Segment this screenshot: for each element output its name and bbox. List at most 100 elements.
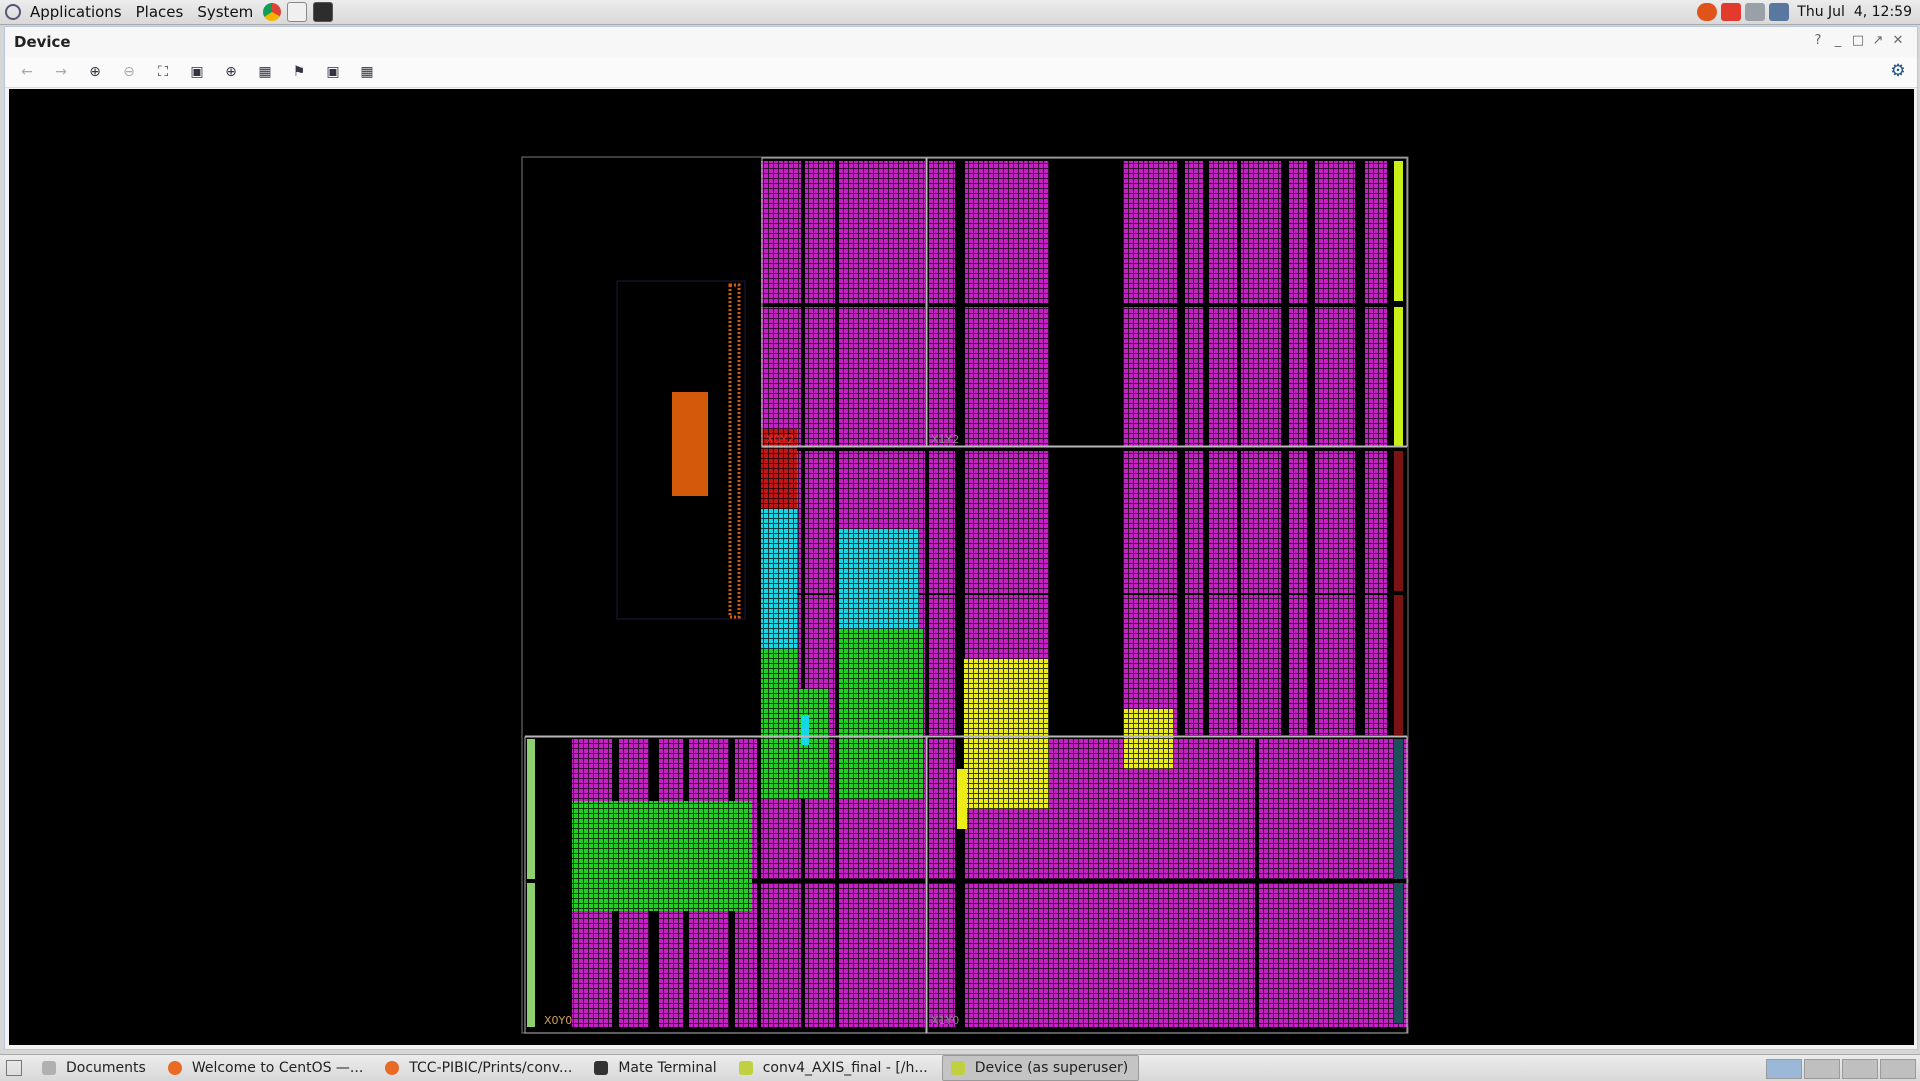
fabric-block: [1241, 595, 1281, 735]
green-cluster-1: [761, 649, 797, 799]
window-title: Device: [14, 33, 71, 51]
green-cluster-2: [839, 629, 923, 799]
show-desktop-icon[interactable]: [6, 1060, 22, 1076]
workspace-2[interactable]: [1804, 1059, 1840, 1079]
text-editor-launcher-icon[interactable]: [287, 2, 308, 22]
show-cells-icon[interactable]: ▣: [321, 60, 345, 84]
fabric-block: [1185, 595, 1203, 735]
fabric-block: [1209, 307, 1237, 447]
device-canvas[interactable]: X0Y2 X1Y2 X0Y0 X1Y0: [9, 89, 1914, 1045]
fabric-block: [805, 883, 835, 1027]
teal-strip-top: [1394, 739, 1403, 879]
cyan-bar: [801, 715, 809, 745]
fabric-block: [1315, 161, 1355, 303]
vivado-icon: [738, 1061, 753, 1075]
help-button[interactable]: ?: [1811, 33, 1825, 49]
fabric-block: [805, 451, 835, 593]
task-device[interactable]: Device (as superuser): [941, 1055, 1140, 1081]
zoom-selected-icon[interactable]: ▣: [185, 60, 209, 84]
green-cluster-bottom: [572, 801, 752, 911]
fabric-block: [965, 161, 1049, 303]
place-ports-icon[interactable]: ⚑: [287, 60, 311, 84]
fabric-block: [965, 883, 1255, 1027]
fabric-block: [929, 307, 955, 447]
fabric-block: [1185, 451, 1203, 593]
close-button[interactable]: ✕: [1891, 33, 1905, 49]
workspace-1[interactable]: [1766, 1059, 1802, 1079]
workspace-switcher[interactable]: [1766, 1059, 1916, 1079]
window-controls: ? _ □ ↗ ✕: [1811, 33, 1905, 49]
vivado-icon: [950, 1061, 965, 1075]
lightgreen-strip-top: [527, 739, 535, 879]
fabric-block: [929, 883, 955, 1027]
task-vivado[interactable]: conv4_AXIS_final - [/h...: [731, 1056, 938, 1080]
yellow-cluster-2: [1124, 709, 1174, 769]
route-grid-icon[interactable]: ▦: [253, 60, 277, 84]
fabric-block: [1241, 161, 1281, 303]
network-icon[interactable]: [1769, 3, 1790, 21]
fabric-block: [805, 307, 835, 447]
fabric-block: [929, 595, 955, 735]
fabric-block: [1209, 451, 1237, 593]
task-documents[interactable]: Documents: [34, 1056, 156, 1080]
zoom-fit-icon[interactable]: ⛶: [151, 60, 175, 84]
workspace-3[interactable]: [1842, 1059, 1878, 1079]
fabric-block: [1241, 307, 1281, 447]
crosshair-icon[interactable]: ⊕: [219, 60, 243, 84]
empty-region: [1053, 161, 1119, 735]
applications-menu[interactable]: Applications: [23, 3, 129, 21]
fabric-block: [965, 451, 1049, 593]
device-window: Device ? _ □ ↗ ✕ ← → ⊕ ⊖ ⛶ ▣ ⊕ ▦ ⚑ ▣ ▦ ⚙: [4, 26, 1918, 1050]
fabric-block: [1241, 451, 1281, 593]
system-menu[interactable]: System: [190, 3, 260, 21]
fabric-block: [761, 161, 801, 303]
update-notifier-icon[interactable]: [1697, 3, 1718, 21]
folder-icon: [42, 1061, 56, 1075]
fabric-block: [1123, 307, 1177, 447]
terminal-launcher-icon[interactable]: [313, 2, 334, 22]
expand-icon[interactable]: ▦: [355, 60, 379, 84]
minimize-button[interactable]: _: [1831, 33, 1845, 49]
fabric-block: [1209, 161, 1237, 303]
float-button[interactable]: ↗: [1871, 33, 1885, 49]
window-title-bar[interactable]: Device ? _ □ ↗ ✕: [5, 27, 1917, 57]
volume-icon[interactable]: [1745, 3, 1766, 21]
zoom-out-icon[interactable]: ⊖: [117, 60, 141, 84]
fabric-block: [1315, 451, 1355, 593]
yellow-cluster: [964, 659, 1049, 809]
clock[interactable]: Thu Jul 4, 12:59: [1797, 4, 1912, 20]
fabric-block: [929, 451, 955, 593]
zoom-in-icon[interactable]: ⊕: [83, 60, 107, 84]
fabric-block: [1209, 595, 1237, 735]
firefox-icon: [167, 1061, 182, 1075]
back-arrow-icon[interactable]: ←: [15, 60, 39, 84]
yellow-bar: [957, 769, 967, 829]
taskbar: Documents Welcome to CentOS —... TCC-PIB…: [0, 1054, 1920, 1081]
settings-gear-icon[interactable]: ⚙: [1887, 61, 1909, 83]
distro-logo-icon[interactable]: [5, 4, 21, 20]
forward-arrow-icon[interactable]: →: [49, 60, 73, 84]
fabric-block: [761, 883, 801, 1027]
fabric-block: [1289, 595, 1307, 735]
fabric-block: [965, 307, 1049, 447]
fabric-block: [929, 161, 955, 303]
lightgreen-strip-bottom: [527, 883, 535, 1027]
fabric-block: [1315, 307, 1355, 447]
region-label-x0y2: X0Y2: [766, 433, 794, 446]
fabric-block: [1123, 161, 1177, 303]
fabric-block: [839, 307, 925, 447]
device-toolbar: ← → ⊕ ⊖ ⛶ ▣ ⊕ ▦ ⚑ ▣ ▦ ⚙: [5, 57, 1917, 88]
fabric-block: [1289, 161, 1307, 303]
chrome-launcher-icon[interactable]: [263, 3, 282, 21]
places-menu[interactable]: Places: [129, 3, 191, 21]
task-firefox-tcc[interactable]: TCC-PIBIC/Prints/conv...: [377, 1056, 582, 1080]
task-firefox-centos[interactable]: Welcome to CentOS —...: [160, 1056, 373, 1080]
fabric-block: [805, 161, 835, 303]
task-mate-terminal[interactable]: Mate Terminal: [586, 1056, 726, 1080]
alert-icon[interactable]: [1721, 3, 1742, 21]
workspace-4[interactable]: [1880, 1059, 1916, 1079]
fabric-block: [1123, 451, 1177, 593]
restore-button[interactable]: □: [1851, 33, 1865, 49]
fabric-block: [1365, 307, 1387, 447]
fpga-device-view[interactable]: X0Y2 X1Y2 X0Y0 X1Y0: [9, 89, 1914, 1045]
